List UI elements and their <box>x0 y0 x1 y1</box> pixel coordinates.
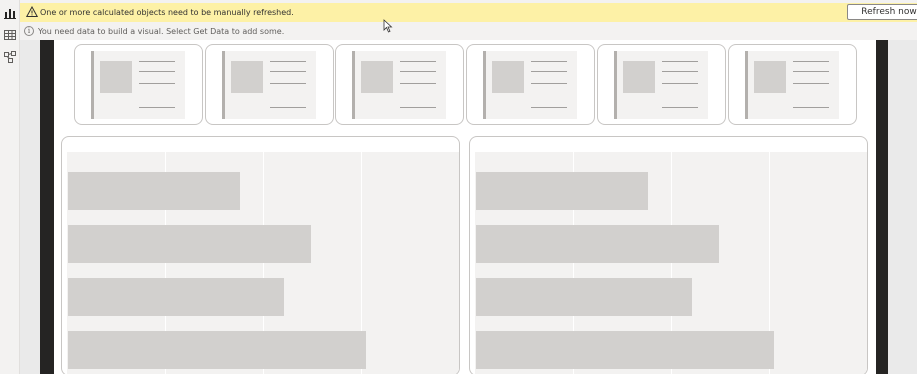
refresh-now-button[interactable]: Refresh now <box>847 4 917 20</box>
card-text-line <box>662 61 698 62</box>
card-text-line <box>531 61 567 62</box>
card-placeholder-body <box>352 51 446 119</box>
card-accent-bar <box>91 51 94 119</box>
card-visual-placeholder[interactable] <box>335 44 464 125</box>
card-text-line <box>793 107 829 108</box>
card-visual-placeholder[interactable] <box>466 44 595 125</box>
card-accent-bar <box>222 51 225 119</box>
card-placeholder-body <box>614 51 708 119</box>
card-text-line <box>270 61 306 62</box>
card-text-line <box>139 71 175 72</box>
card-placeholder-body <box>222 51 316 119</box>
card-visual-placeholder[interactable] <box>728 44 857 125</box>
bar-chart-placeholder[interactable] <box>61 136 460 374</box>
warning-icon <box>26 6 38 17</box>
report-view-icon <box>4 9 16 19</box>
card-visual-placeholder[interactable] <box>74 44 203 125</box>
refresh-warning-banner: One or more calculated objects need to b… <box>20 3 917 22</box>
card-accent-bar <box>745 51 748 119</box>
card-text-line <box>139 83 175 84</box>
card-image-placeholder <box>754 61 786 93</box>
view-switcher-rail <box>0 0 20 374</box>
card-text-line <box>400 61 436 62</box>
card-text-line <box>793 71 829 72</box>
chart-plot-area <box>475 152 867 374</box>
model-view-button[interactable] <box>3 50 17 64</box>
card-text-line <box>270 71 306 72</box>
card-text-line <box>139 61 175 62</box>
card-placeholder-body <box>483 51 577 119</box>
report-view-button[interactable] <box>3 6 17 20</box>
placeholder-bar <box>68 278 284 316</box>
placeholder-bar <box>68 331 366 369</box>
placeholder-bar <box>68 172 240 210</box>
card-image-placeholder <box>492 61 524 93</box>
card-image-placeholder <box>231 61 263 93</box>
info-icon: i <box>24 26 34 36</box>
chart-plot-area <box>67 152 459 374</box>
card-image-placeholder <box>100 61 132 93</box>
card-placeholder-body <box>745 51 839 119</box>
table-view-button[interactable] <box>3 28 17 42</box>
card-placeholder-body <box>91 51 185 119</box>
card-text-line <box>793 61 829 62</box>
canvas-left-border <box>40 40 54 374</box>
placeholder-bar <box>476 172 648 210</box>
card-text-line <box>400 71 436 72</box>
card-text-line <box>400 83 436 84</box>
card-text-line <box>662 107 698 108</box>
card-image-placeholder <box>623 61 655 93</box>
info-message: You need data to build a visual. Select … <box>38 27 285 36</box>
card-text-line <box>270 107 306 108</box>
canvas-right-border <box>876 40 888 374</box>
card-accent-bar <box>483 51 486 119</box>
card-text-line <box>139 107 175 108</box>
table-view-icon <box>4 30 16 40</box>
card-text-line <box>531 107 567 108</box>
placeholder-bar <box>476 278 692 316</box>
card-text-line <box>662 83 698 84</box>
card-text-line <box>400 107 436 108</box>
card-text-line <box>531 71 567 72</box>
no-data-info-banner: i You need data to build a visual. Selec… <box>20 22 917 40</box>
card-visual-placeholder[interactable] <box>205 44 334 125</box>
card-accent-bar <box>352 51 355 119</box>
card-accent-bar <box>614 51 617 119</box>
card-text-line <box>662 71 698 72</box>
warning-message: One or more calculated objects need to b… <box>40 8 294 17</box>
model-view-icon <box>4 51 16 63</box>
card-text-line <box>793 83 829 84</box>
card-visual-placeholder[interactable] <box>597 44 726 125</box>
mouse-cursor-icon <box>383 19 393 33</box>
placeholder-bar <box>68 225 311 263</box>
card-text-line <box>531 83 567 84</box>
card-text-line <box>270 83 306 84</box>
card-image-placeholder <box>361 61 393 93</box>
bar-chart-placeholder[interactable] <box>469 136 868 374</box>
placeholder-bar <box>476 225 719 263</box>
placeholder-bar <box>476 331 774 369</box>
